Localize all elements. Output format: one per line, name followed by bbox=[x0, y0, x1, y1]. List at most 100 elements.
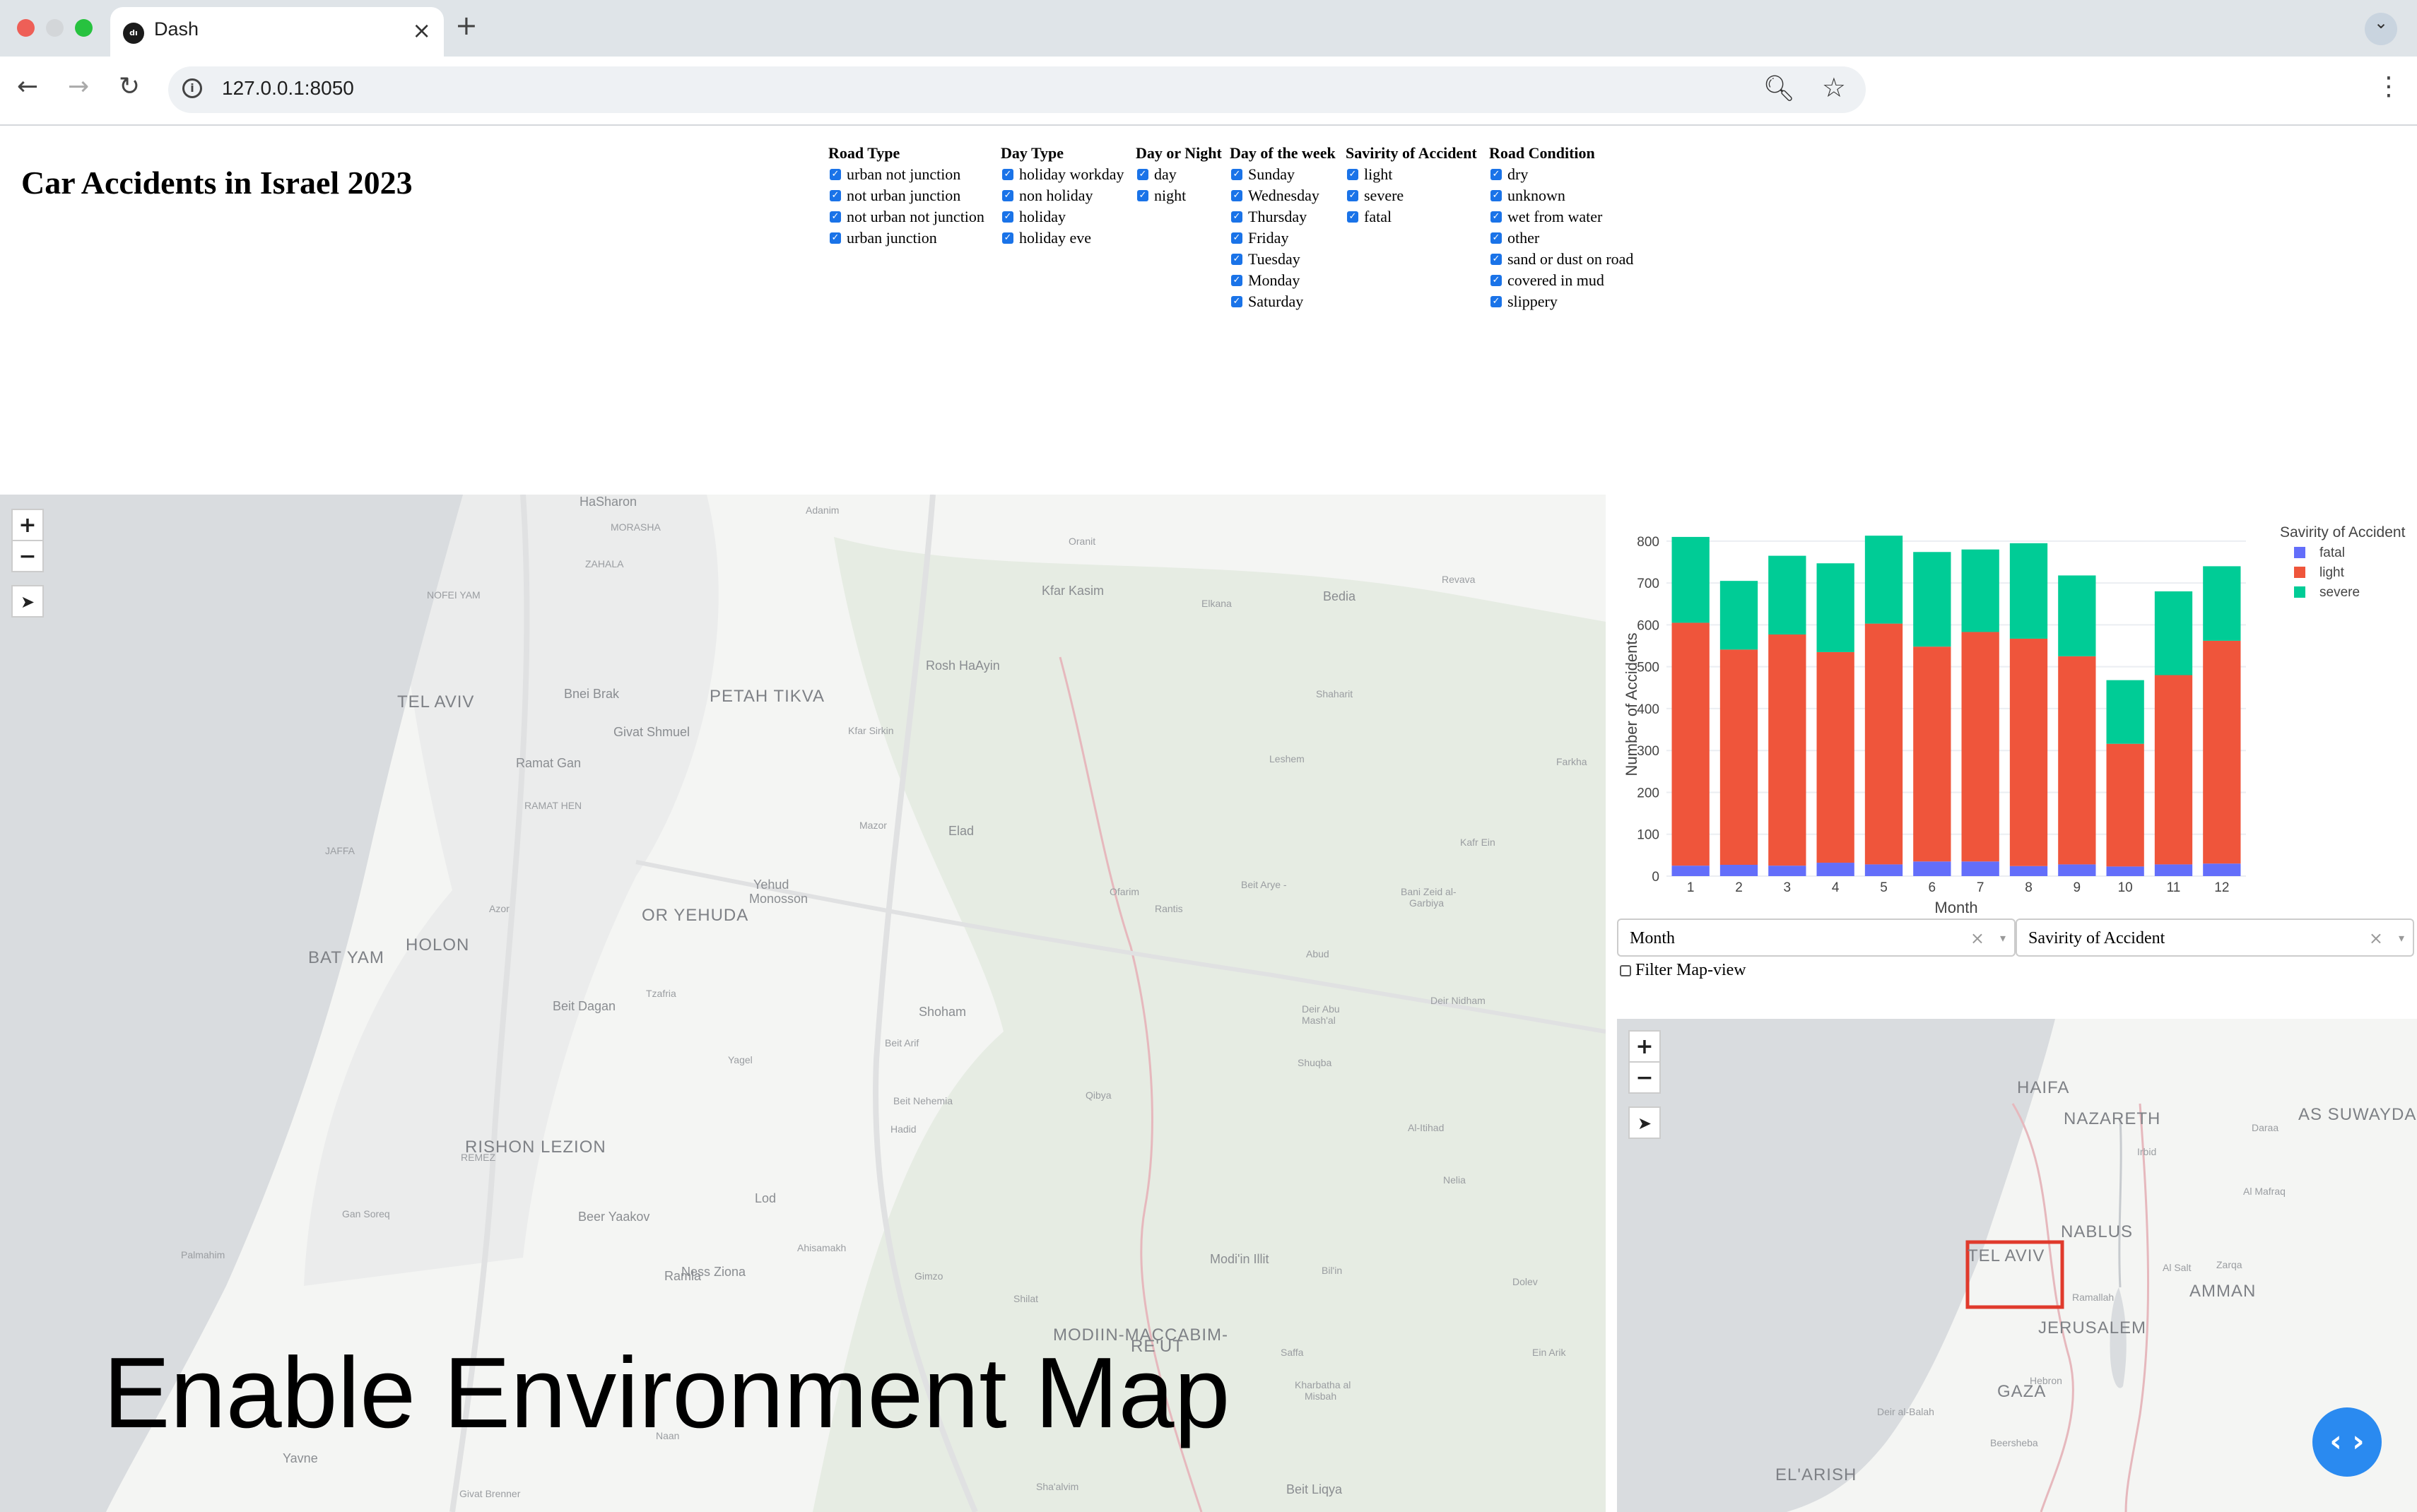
forward-arrow-icon[interactable]: → bbox=[68, 72, 89, 101]
tab-close-icon[interactable]: × bbox=[412, 17, 431, 44]
clear-color-icon[interactable]: × bbox=[2369, 928, 2383, 948]
minimize-window-button[interactable] bbox=[46, 19, 64, 37]
checkbox-checked-icon[interactable]: ✓ bbox=[1231, 211, 1242, 223]
checkbox-checked-icon[interactable]: ✓ bbox=[1490, 190, 1502, 201]
bar-segment-severe bbox=[1816, 563, 1854, 652]
map-place-label: Beer Yaakov bbox=[578, 1210, 650, 1224]
url-text[interactable]: 127.0.0.1:8050 bbox=[222, 77, 354, 100]
color-dropdown[interactable]: Savirity of Accident × ▾ bbox=[2016, 919, 2414, 957]
accidents-bar-chart[interactable]: 01002003004005006007008001 2 3 4 5 6 7 8 9 10 11 12… bbox=[1617, 509, 2417, 926]
filter-option[interactable]: ✓ covered in mud bbox=[1489, 270, 1633, 291]
filter-option[interactable]: ✓ Monday bbox=[1230, 270, 1336, 291]
zoom-out-button[interactable]: − bbox=[1628, 1061, 1661, 1094]
locate-arrow-icon[interactable]: ➤ bbox=[11, 585, 44, 618]
locate-arrow-icon[interactable]: ➤ bbox=[1628, 1106, 1661, 1139]
checkbox-checked-icon[interactable]: ✓ bbox=[1002, 211, 1013, 223]
overview-map[interactable]: HAIFA NAZARETH AS SUWAYDA Irbid Daraa Al Mafr… bbox=[1617, 1019, 2417, 1512]
filter-option[interactable]: ✓ other bbox=[1489, 228, 1633, 249]
filter-option[interactable]: ✓ Wednesday bbox=[1230, 185, 1336, 206]
close-window-button[interactable] bbox=[17, 19, 35, 37]
browser-tab[interactable]: dı Dash × bbox=[110, 7, 444, 57]
bar-segment-light bbox=[1768, 634, 1806, 866]
filter-severity: Savirity of Accident ✓ light ✓ severe ✓ fatal bbox=[1346, 144, 1477, 228]
filter-option[interactable]: ✓ sand or dust on road bbox=[1489, 249, 1633, 270]
filter-option[interactable]: ✓ not urban junction bbox=[828, 185, 984, 206]
filter-option[interactable]: ✓ Friday bbox=[1230, 228, 1336, 249]
checkbox-checked-icon[interactable]: ✓ bbox=[1231, 275, 1242, 286]
chevron-down-icon[interactable]: ▾ bbox=[2399, 931, 2404, 945]
filter-option-label: other bbox=[1507, 229, 1540, 247]
zoom-out-button[interactable]: − bbox=[11, 540, 44, 572]
dash-debug-menu-button[interactable]: ‹ › bbox=[2312, 1407, 2382, 1477]
filter-option[interactable]: ✓ Sunday bbox=[1230, 164, 1336, 185]
clear-x-axis-icon[interactable]: × bbox=[1970, 928, 1984, 948]
checkbox-checked-icon[interactable]: ✓ bbox=[1002, 169, 1013, 180]
bookmark-star-icon[interactable]: ☆ bbox=[1822, 72, 1846, 103]
filter-option[interactable]: ✓ unknown bbox=[1489, 185, 1633, 206]
checkbox-checked-icon[interactable]: ✓ bbox=[1490, 254, 1502, 265]
checkbox-checked-icon[interactable]: ✓ bbox=[1002, 190, 1013, 201]
checkbox-checked-icon[interactable]: ✓ bbox=[1137, 169, 1148, 180]
checkbox-checked-icon[interactable]: ✓ bbox=[1490, 169, 1502, 180]
zoom-in-button[interactable]: + bbox=[11, 509, 44, 541]
filter-option[interactable]: ✓ holiday workday bbox=[1001, 164, 1124, 185]
filter-option[interactable]: ✓ wet from water bbox=[1489, 206, 1633, 228]
maximize-window-button[interactable] bbox=[75, 19, 93, 37]
filter-option[interactable]: ✓ non holiday bbox=[1001, 185, 1124, 206]
checkbox-checked-icon[interactable]: ✓ bbox=[1231, 190, 1242, 201]
checkbox-checked-icon[interactable]: ✓ bbox=[1231, 232, 1242, 244]
filter-option[interactable]: ✓ slippery bbox=[1489, 291, 1633, 312]
back-arrow-icon[interactable]: ← bbox=[17, 72, 38, 101]
bar-segment-severe bbox=[1768, 555, 1806, 635]
checkbox-checked-icon[interactable]: ✓ bbox=[1490, 296, 1502, 307]
filter-option[interactable]: ✓ Tuesday bbox=[1230, 249, 1336, 270]
map-place-label: Azor bbox=[489, 903, 510, 914]
address-bar[interactable]: i 127.0.0.1:8050 🔍︎ ☆ bbox=[168, 66, 1866, 113]
filter-option[interactable]: ✓ light bbox=[1346, 164, 1477, 185]
checkbox-checked-icon[interactable]: ✓ bbox=[1490, 275, 1502, 286]
checkbox-checked-icon[interactable]: ✓ bbox=[830, 169, 841, 180]
filter-option[interactable]: ✓ holiday eve bbox=[1001, 228, 1124, 249]
checkbox-checked-icon[interactable]: ✓ bbox=[1137, 190, 1148, 201]
x-axis-dropdown[interactable]: Month × ▾ bbox=[1617, 919, 2016, 957]
filter-option[interactable]: ✓ not urban not junction bbox=[828, 206, 984, 228]
filter-map-view-label: Filter Map-view bbox=[1635, 961, 1746, 979]
x-tick-label: 2 bbox=[1735, 880, 1743, 895]
checkbox-checked-icon[interactable]: ✓ bbox=[1002, 232, 1013, 244]
filter-option[interactable]: ✓ Saturday bbox=[1230, 291, 1336, 312]
filter-option-label: dry bbox=[1507, 165, 1529, 183]
checkbox-checked-icon[interactable]: ✓ bbox=[830, 190, 841, 201]
checkbox-checked-icon[interactable]: ✓ bbox=[1231, 296, 1242, 307]
checkbox-checked-icon[interactable]: ✓ bbox=[830, 211, 841, 223]
legend-item-light: light bbox=[2319, 565, 2345, 580]
filter-option[interactable]: ✓ urban not junction bbox=[828, 164, 984, 185]
tab-search-chevron-icon[interactable]: ⌄ bbox=[2365, 13, 2397, 45]
filter-option[interactable]: ✓ Thursday bbox=[1230, 206, 1336, 228]
checkbox-checked-icon[interactable]: ✓ bbox=[1231, 169, 1242, 180]
bar-segment-light bbox=[1671, 622, 1710, 866]
checkbox-checked-icon[interactable]: ✓ bbox=[1490, 211, 1502, 223]
checkbox-checked-icon[interactable]: ✓ bbox=[1347, 190, 1358, 201]
checkbox-checked-icon[interactable]: ✓ bbox=[1490, 232, 1502, 244]
zoom-icon[interactable]: 🔍︎ bbox=[1763, 73, 1795, 103]
filter-option[interactable]: ✓ holiday bbox=[1001, 206, 1124, 228]
filter-map-view-option[interactable]: Filter Map-view bbox=[1620, 961, 1746, 980]
reload-icon[interactable]: ↻ bbox=[119, 72, 140, 101]
filter-option[interactable]: ✓ dry bbox=[1489, 164, 1633, 185]
filter-map-view-checkbox[interactable] bbox=[1620, 964, 1631, 976]
filter-option[interactable]: ✓ fatal bbox=[1346, 206, 1477, 228]
checkbox-checked-icon[interactable]: ✓ bbox=[830, 232, 841, 244]
checkbox-checked-icon[interactable]: ✓ bbox=[1347, 211, 1358, 223]
site-info-icon[interactable]: i bbox=[182, 78, 202, 98]
filter-option[interactable]: ✓ urban junction bbox=[828, 228, 984, 249]
checkbox-checked-icon[interactable]: ✓ bbox=[1231, 254, 1242, 265]
chevron-down-icon[interactable]: ▾ bbox=[2000, 931, 2006, 945]
filter-option[interactable]: ✓ day bbox=[1136, 164, 1222, 185]
checkbox-checked-icon[interactable]: ✓ bbox=[1347, 169, 1358, 180]
map-place-label: Shaharit bbox=[1316, 688, 1353, 699]
browser-menu-icon[interactable]: ⋮ bbox=[2376, 72, 2401, 101]
filter-option[interactable]: ✓ night bbox=[1136, 185, 1222, 206]
filter-option[interactable]: ✓ severe bbox=[1346, 185, 1477, 206]
zoom-in-button[interactable]: + bbox=[1628, 1030, 1661, 1063]
new-tab-button[interactable]: + bbox=[455, 10, 478, 41]
